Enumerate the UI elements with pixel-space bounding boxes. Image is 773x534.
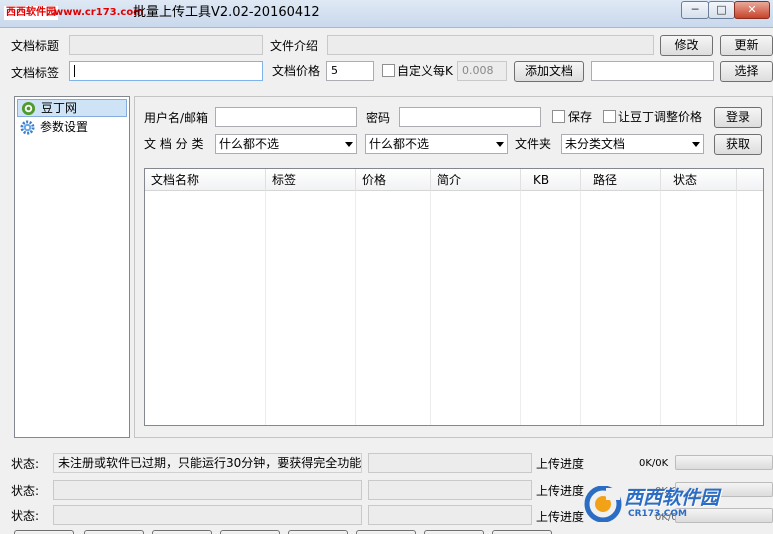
douding-icon — [21, 101, 36, 116]
maximize-button[interactable]: □ — [708, 1, 735, 19]
folder-label: 文件夹 — [515, 137, 552, 151]
status-label: 状态: — [11, 484, 40, 498]
status-text — [53, 505, 362, 525]
custom-per-k-checkbox[interactable] — [382, 64, 395, 77]
column-header[interactable]: 路径 — [581, 169, 661, 191]
status-text — [53, 480, 362, 500]
column-header[interactable]: 文档名称 — [145, 169, 266, 191]
chevron-down-icon — [692, 142, 700, 147]
watermark-logo: 西西软件园 — [4, 6, 58, 20]
username-label: 用户名/邮箱 — [144, 111, 209, 125]
table-header: 文档名称 标签 价格 简介 KB 路径 状态 — [145, 169, 763, 191]
column-divider — [265, 191, 266, 425]
doc-title-field[interactable] — [69, 35, 263, 55]
status-detail-field — [368, 453, 532, 473]
site-tree: 豆丁网 参数设置 — [14, 96, 130, 438]
doc-tags-field[interactable] — [69, 61, 263, 81]
password-label: 密码 — [366, 111, 391, 125]
save-label: 保存 — [568, 110, 593, 124]
column-divider — [430, 191, 431, 425]
upload-progress-bar — [675, 455, 773, 470]
minimize-icon: ─ — [691, 3, 699, 16]
column-divider — [355, 191, 356, 425]
column-divider — [520, 191, 521, 425]
column-divider — [660, 191, 661, 425]
login-button[interactable]: 登录 — [714, 107, 762, 128]
fetch-button[interactable]: 获取 — [714, 134, 762, 155]
bottom-button[interactable] — [356, 530, 416, 534]
folder-value: 未分类文档 — [565, 137, 626, 151]
tree-item-douding[interactable]: 豆丁网 — [17, 99, 127, 117]
status-detail-field — [368, 505, 532, 525]
category1-value: 什么都不选 — [219, 137, 280, 151]
column-header[interactable]: 简介 — [431, 169, 521, 191]
custom-per-k-label: 自定义每K — [397, 64, 453, 78]
column-header[interactable]: KB — [521, 169, 581, 191]
close-button[interactable]: ✕ — [734, 1, 770, 19]
doc-price-field[interactable]: 5 — [326, 61, 374, 81]
status-label: 状态: — [11, 457, 40, 471]
column-divider — [736, 191, 737, 425]
status-text: 未注册或软件已过期，只能运行30分钟，要获得完全功能: — [53, 453, 362, 473]
custom-per-k-field[interactable]: 0.008 — [457, 61, 507, 81]
watermark-logo-icon — [584, 486, 622, 522]
path-field[interactable] — [591, 61, 714, 81]
select-button[interactable]: 选择 — [720, 61, 773, 82]
column-header[interactable]: 状态 — [661, 169, 737, 191]
chevron-down-icon — [345, 142, 353, 147]
document-table[interactable]: 文档名称 标签 价格 简介 KB 路径 状态 — [144, 168, 764, 426]
modify-button[interactable]: 修改 — [660, 35, 713, 56]
bottom-button[interactable] — [220, 530, 280, 534]
category2-select[interactable]: 什么都不选 — [365, 134, 508, 154]
window-title: 批量上传工具V2.02-20160412 — [133, 5, 320, 20]
save-checkbox[interactable] — [552, 110, 565, 123]
category1-select[interactable]: 什么都不选 — [215, 134, 357, 154]
upload-progress-label: 上传进度 — [536, 484, 585, 498]
username-field[interactable] — [215, 107, 357, 127]
refresh-button[interactable]: 更新 — [720, 35, 773, 56]
folder-select[interactable]: 未分类文档 — [561, 134, 704, 154]
text-cursor — [74, 65, 75, 77]
bottom-button[interactable] — [14, 530, 74, 534]
adjust-price-label: 让豆丁调整价格 — [618, 110, 703, 124]
doc-title-label: 文档标题 — [11, 39, 60, 53]
upload-progress-value: 0K/0K — [639, 458, 669, 469]
maximize-icon: □ — [716, 3, 727, 16]
category-label: 文 档 分 类 — [144, 137, 204, 151]
close-icon: ✕ — [747, 3, 757, 16]
upload-progress-label: 上传进度 — [536, 457, 585, 471]
upload-progress-label: 上传进度 — [536, 510, 585, 524]
chevron-down-icon — [496, 142, 504, 147]
column-header[interactable]: 价格 — [356, 169, 431, 191]
tree-item-settings[interactable]: 参数设置 — [17, 119, 127, 137]
status-detail-field — [368, 480, 532, 500]
bottom-button[interactable] — [84, 530, 144, 534]
tree-item-label: 参数设置 — [40, 120, 89, 134]
tree-item-label: 豆丁网 — [41, 101, 78, 115]
category2-value: 什么都不选 — [369, 137, 430, 151]
bottom-button[interactable] — [424, 530, 484, 534]
doc-price-label: 文档价格 — [272, 64, 321, 78]
bottom-button[interactable] — [492, 530, 552, 534]
watermark-brand: 西西软件园 — [624, 487, 720, 509]
watermark-url: CR173.COM — [628, 509, 687, 519]
watermark-url: www.cr173.com — [54, 7, 144, 18]
status-label: 状态: — [11, 509, 40, 523]
bottom-button[interactable] — [288, 530, 348, 534]
adjust-price-checkbox[interactable] — [603, 110, 616, 123]
column-header[interactable]: 标签 — [266, 169, 356, 191]
doc-intro-label: 文件介绍 — [270, 39, 319, 53]
bottom-button[interactable] — [152, 530, 212, 534]
doc-intro-field[interactable] — [327, 35, 654, 55]
column-divider — [580, 191, 581, 425]
gear-icon — [20, 120, 35, 135]
doc-tags-label: 文档标签 — [11, 66, 60, 80]
watermark-badge: 西西软件园 CR173.COM — [584, 484, 754, 524]
add-doc-button[interactable]: 添加文档 — [514, 61, 584, 82]
title-bar: 西西软件园 www.cr173.com 批量上传工具V2.02-20160412… — [0, 0, 773, 28]
minimize-button[interactable]: ─ — [681, 1, 709, 19]
password-field[interactable] — [399, 107, 541, 127]
